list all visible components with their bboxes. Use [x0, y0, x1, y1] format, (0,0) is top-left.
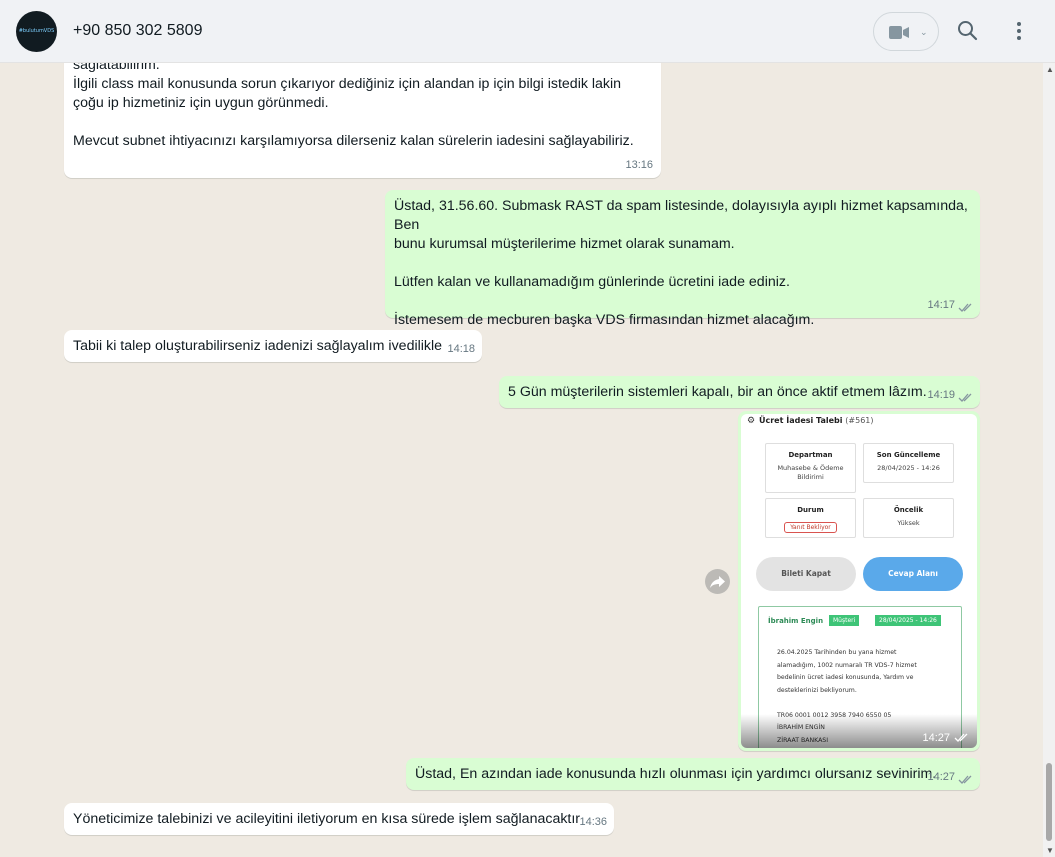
message-time: 14:36 — [579, 816, 607, 828]
message-text: Yöneticimize talebinizi ve acileyitini i… — [73, 811, 581, 827]
ticket-screenshot[interactable]: ⚙ Ücret İadesi Talebi (#561) Departman M… — [741, 414, 977, 748]
message-text: Üstad, 31.56.60. Submask RAST da spam li… — [394, 198, 968, 328]
role-badge: Müşteri — [829, 615, 860, 626]
video-call-icon — [889, 26, 909, 39]
image-message[interactable]: ⚙ Ücret İadesi Talebi (#561) Departman M… — [738, 411, 980, 751]
message-incoming[interactable]: Tabii ki talep oluşturabilirseniz iadeni… — [64, 330, 482, 362]
read-ticks-icon — [958, 775, 972, 784]
read-ticks-icon — [958, 303, 972, 312]
status-card: Durum Yanıt Bekliyor — [765, 498, 856, 538]
message-incoming[interactable]: sağlatabilirim. İlgili class mail konusu… — [64, 63, 661, 178]
chevron-down-icon: ⌄ — [920, 27, 928, 37]
message-text: Üstad, En azından iade konusunda hızlı o… — [415, 766, 937, 782]
message-outgoing[interactable]: Üstad, 31.56.60. Submask RAST da spam li… — [385, 190, 980, 328]
message-time: 14:19 — [927, 389, 955, 401]
message-text: sağlatabilirim. İlgili class mail konusu… — [73, 63, 634, 149]
reply-author: İbrahim Engin — [768, 617, 824, 625]
chat-header: #bulutumVDS +90 850 302 5809 ⌄ — [0, 0, 1055, 63]
chat-scrollbar[interactable]: ▲ ▼ — [1043, 63, 1055, 857]
read-ticks-icon — [958, 393, 972, 402]
status-badge: Yanıt Bekliyor — [784, 522, 837, 533]
read-ticks-icon — [954, 733, 968, 742]
forward-button[interactable] — [705, 569, 730, 594]
menu-dots-icon[interactable] — [1010, 20, 1028, 42]
scroll-thumb[interactable] — [1046, 763, 1052, 841]
avatar-logo-text: #bulutumVDS — [18, 28, 55, 34]
message-text: Tabii ki talep oluşturabilirseniz iadeni… — [73, 338, 443, 354]
message-outgoing[interactable]: 5 Gün müşterilerin sistemleri kapalı, bi… — [499, 376, 980, 408]
message-time: 13:16 — [625, 159, 653, 171]
contact-name[interactable]: +90 850 302 5809 — [73, 22, 202, 40]
close-ticket-button: Bileti Kapat — [756, 557, 856, 591]
message-time: 14:27 — [922, 732, 950, 744]
last-update-card: Son Güncelleme 28/04/2025 - 14:26 — [863, 443, 954, 483]
ticket-title: Ücret İadesi Talebi (#561) — [759, 416, 874, 425]
scroll-up-icon[interactable]: ▲ — [1046, 65, 1054, 74]
message-outgoing[interactable]: Üstad, En azından iade konusunda hızlı o… — [406, 758, 980, 790]
scroll-down-icon[interactable]: ▼ — [1046, 846, 1054, 855]
message-text: 5 Gün müşterilerin sistemleri kapalı, bi… — [508, 384, 927, 400]
ticket-icon: ⚙ — [747, 416, 756, 426]
message-time: 14:27 — [927, 771, 955, 783]
reply-date: 28/04/2025 - 14:26 — [875, 615, 941, 626]
search-icon[interactable] — [957, 20, 979, 42]
contact-avatar[interactable]: #bulutumVDS — [16, 11, 57, 52]
message-incoming[interactable]: Yöneticimize talebinizi ve acileyitini i… — [64, 803, 614, 835]
forward-icon — [710, 576, 725, 588]
video-call-button[interactable]: ⌄ — [873, 12, 939, 51]
message-time: 14:17 — [927, 299, 955, 311]
message-time: 14:18 — [447, 343, 475, 355]
department-card: Departman Muhasebe & Ödeme Bildirimi — [765, 443, 856, 493]
reply-area-button: Cevap Alanı — [863, 557, 963, 591]
priority-card: Öncelik Yüksek — [863, 498, 954, 538]
